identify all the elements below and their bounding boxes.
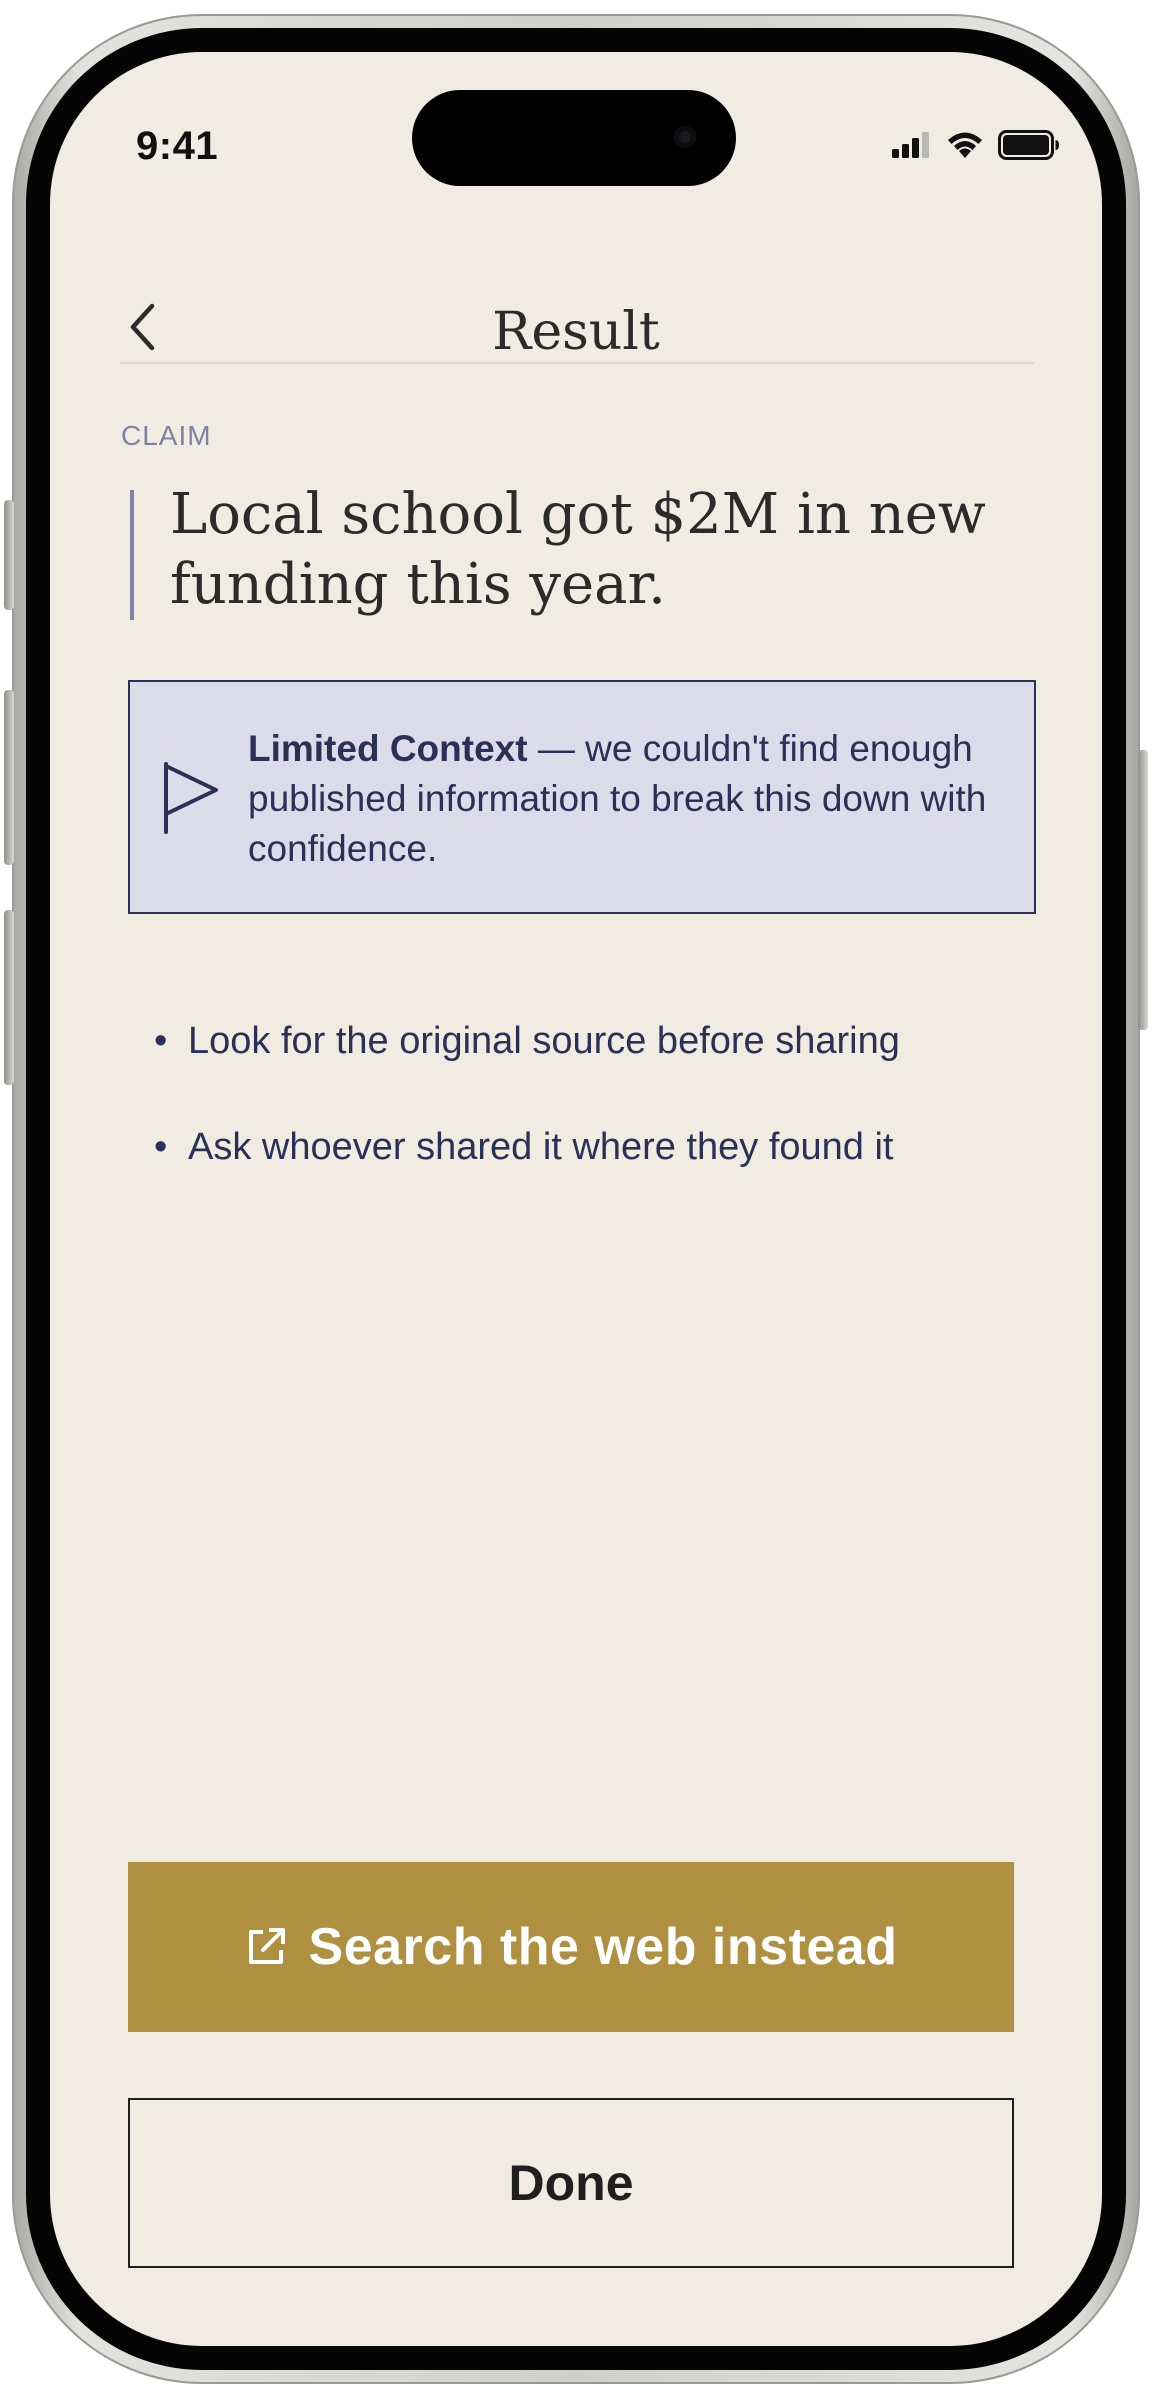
context-heading: Limited Context	[248, 728, 528, 769]
list-item: • Look for the original source before sh…	[150, 1012, 900, 1070]
done-button[interactable]: Done	[128, 2098, 1014, 2268]
dynamic-island	[412, 90, 736, 186]
nav-bar: Result	[50, 252, 1102, 392]
nav-divider	[120, 362, 1034, 364]
flag-icon	[164, 762, 218, 834]
page-title: Result	[492, 302, 660, 362]
battery-icon	[998, 130, 1059, 160]
done-label: Done	[508, 2155, 634, 2211]
search-web-button[interactable]: Search the web instead	[128, 1862, 1014, 2032]
cellular-signal-icon	[892, 132, 929, 158]
power-button	[1138, 750, 1148, 1030]
volume-up-button	[4, 690, 14, 865]
list-item: • Ask whoever shared it where they found…	[150, 1118, 900, 1176]
camera-icon	[674, 126, 696, 148]
status-time: 9:41	[136, 124, 219, 168]
context-text: Limited Context — we couldn't find enoug…	[248, 724, 988, 874]
bullet: •	[154, 1020, 168, 1062]
search-web-label: Search the web instead	[308, 1918, 898, 1976]
claim-text: Local school got $2M in new funding this…	[170, 482, 986, 617]
limited-context-notice: Limited Context — we couldn't find enoug…	[128, 680, 1036, 914]
screen: 9:41 Result CLAIM Local school got $2M i…	[50, 52, 1102, 2346]
action-button	[4, 500, 14, 610]
bullet: •	[154, 1126, 168, 1168]
volume-down-button	[4, 910, 14, 1085]
status-icons	[892, 130, 1060, 160]
external-link-icon	[248, 1928, 285, 1964]
claim-quote: Local school got $2M in new funding this…	[130, 482, 1050, 620]
claim-label: CLAIM	[121, 420, 212, 451]
tip-text: Ask whoever shared it where they found i…	[188, 1126, 894, 1168]
tip-text: Look for the original source before shar…	[188, 1020, 900, 1062]
tips-list: • Look for the original source before sh…	[150, 1012, 900, 1224]
wifi-icon	[948, 132, 982, 158]
